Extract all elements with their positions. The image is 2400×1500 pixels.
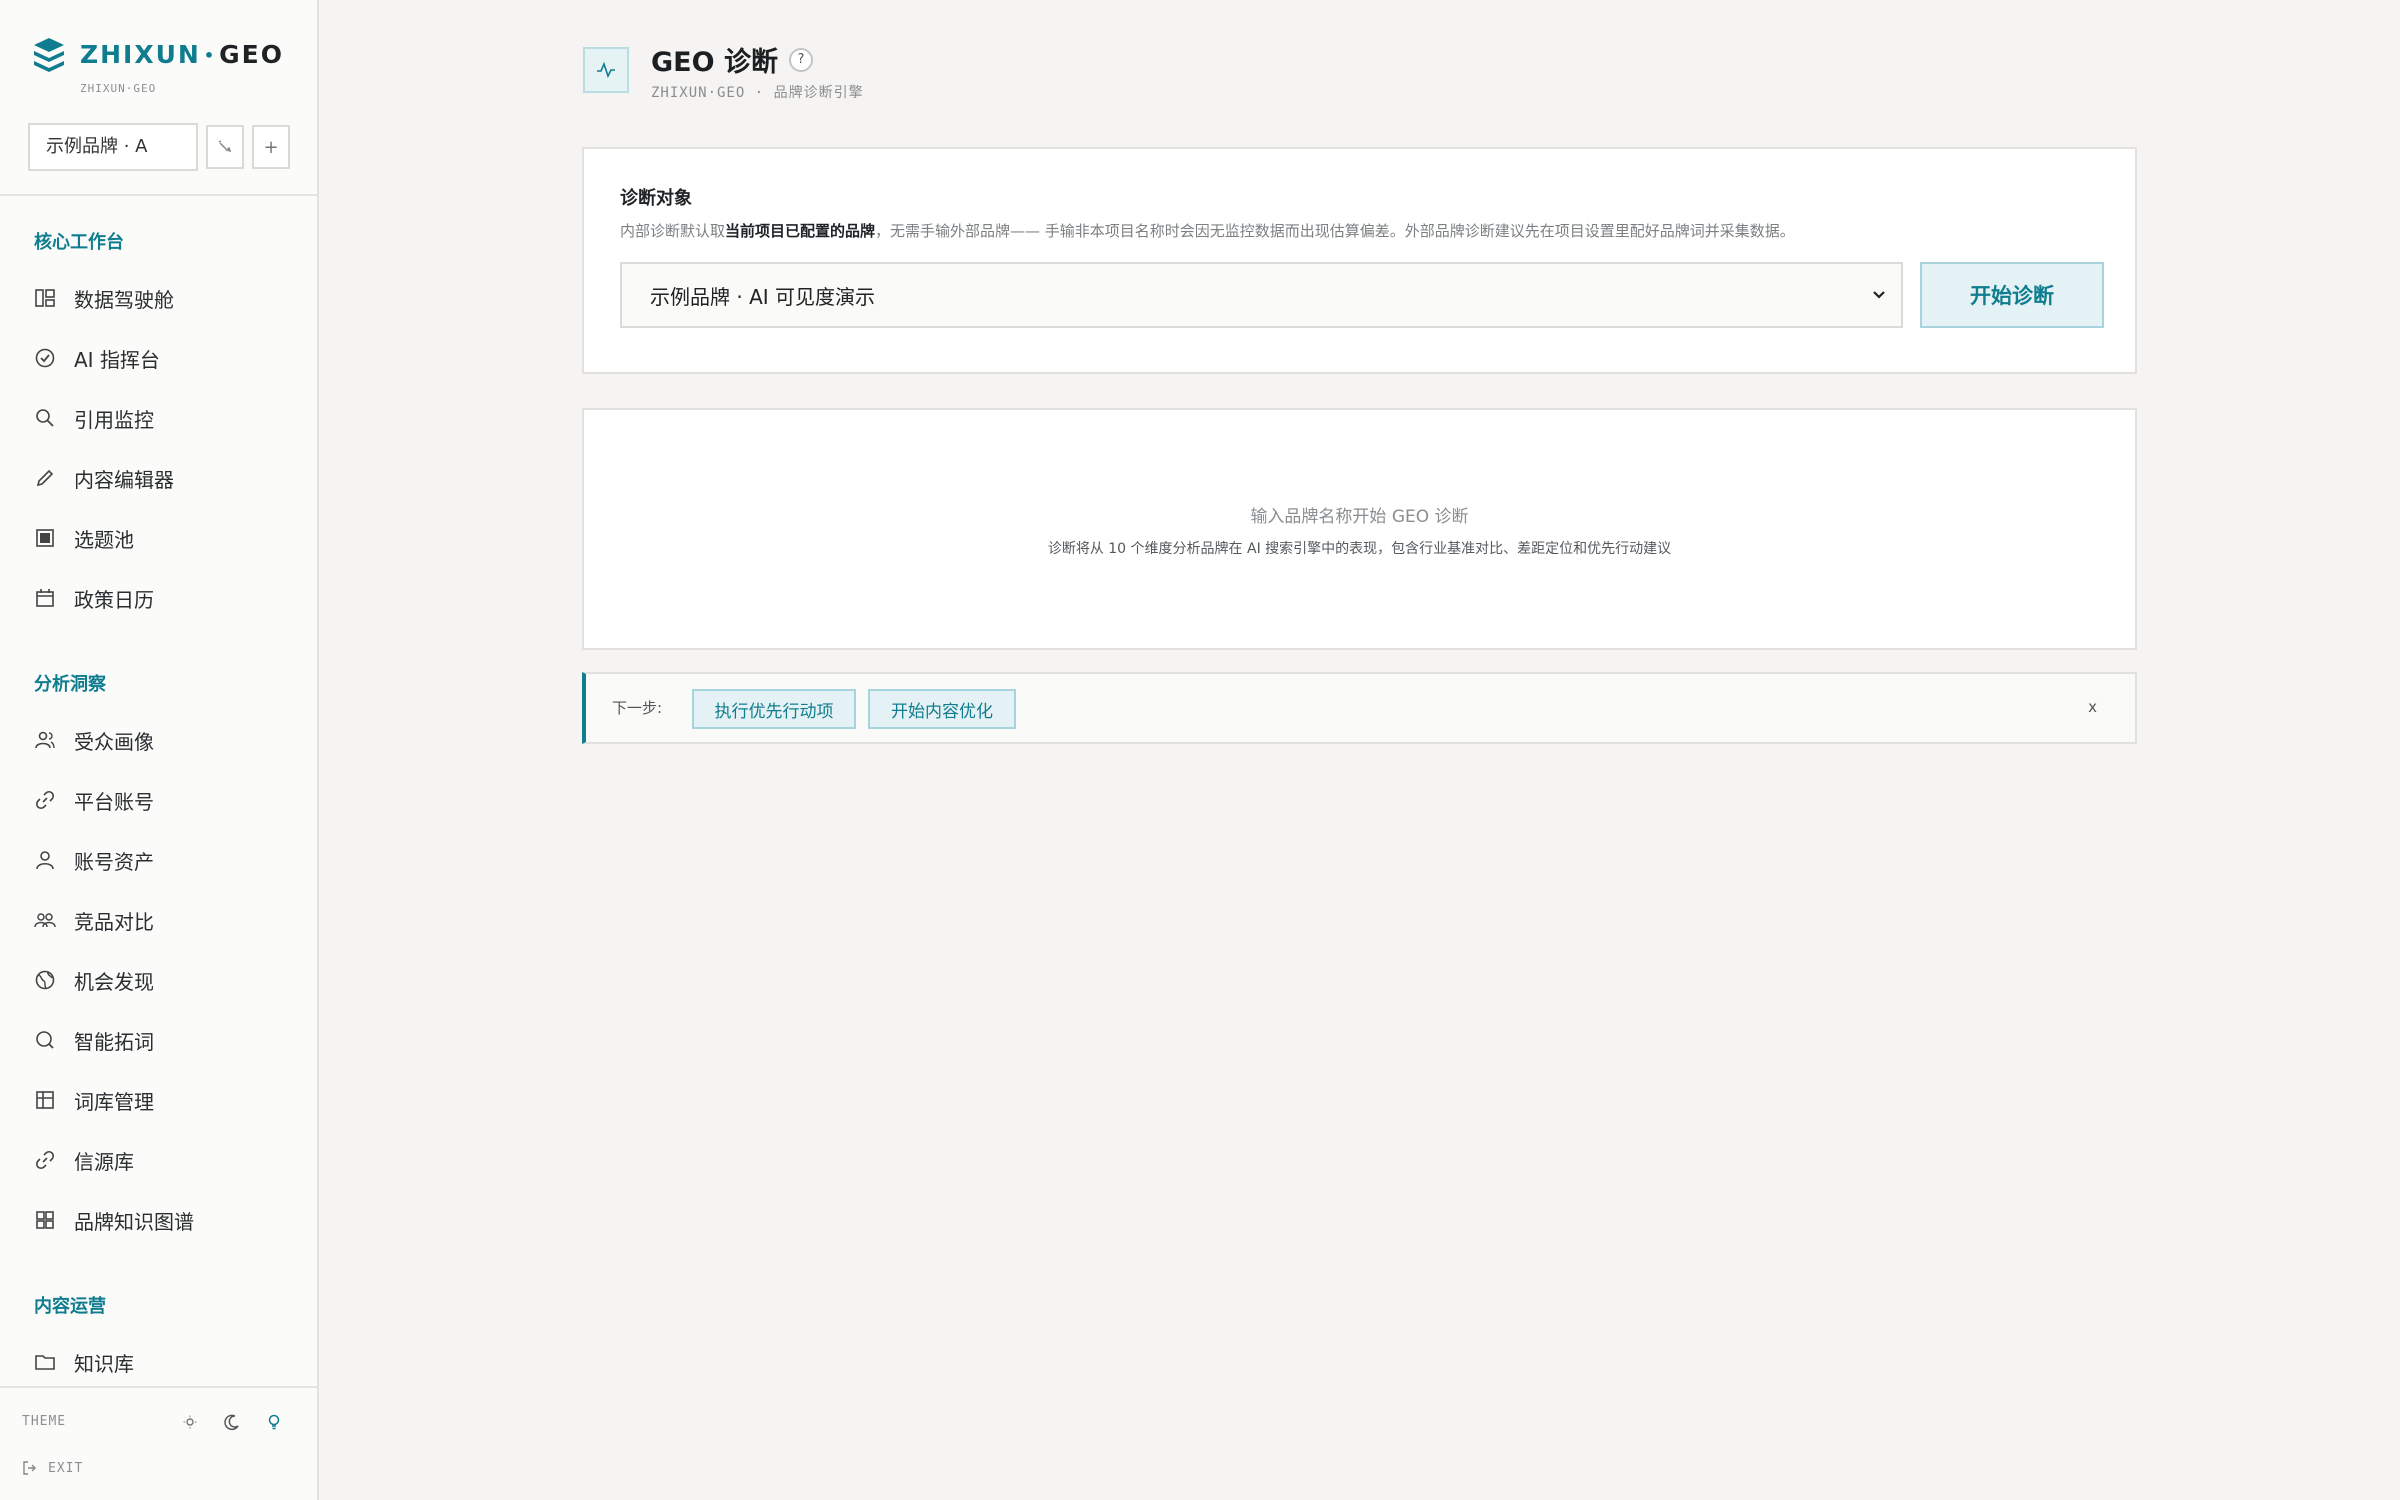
sidebar-item-label: 选题池 (74, 527, 134, 552)
empty-state-card: 输入品牌名称开始 GEO 诊断 诊断将从 10 个维度分析品牌在 AI 搜索引擎… (582, 408, 2137, 650)
sidebar-item[interactable]: 选题池 (0, 508, 317, 568)
sidebar-item[interactable]: 机会发现 (0, 950, 317, 1010)
sidebar-item-label: 账号资产 (74, 849, 154, 874)
brand-target-select[interactable]: 示例品牌 · AI 可见度演示 (620, 262, 1903, 328)
activity-icon (597, 61, 615, 79)
light-theme-button[interactable] (176, 1408, 204, 1436)
next-step-bar: 下一步: 执行优先行动项 开始内容优化 x (582, 672, 2137, 744)
sidebar-item-label: 品牌知识图谱 (74, 1209, 194, 1234)
calendar-icon (36, 589, 54, 607)
sidebar-item-label: 智能拓词 (74, 1029, 154, 1054)
user-icon (36, 851, 54, 870)
sidebar-item[interactable]: 政策日历 (0, 568, 317, 628)
sidebar-item[interactable]: 引用监控 (0, 388, 317, 448)
sidebar-nav: 核心工作台数据驾驶舱 AI 指挥台 引用监控内容编辑器选题池政策日历分析洞察受众画像… (0, 210, 317, 1385)
next-step-label: 下一步: (612, 699, 663, 717)
brand-subtitle: ZHIXUN·GEO (80, 82, 157, 95)
nav-section-title: 内容运营 (34, 1296, 106, 1317)
content-optimization-button[interactable]: 开始内容优化 (868, 689, 1016, 729)
folder-icon (35, 1355, 55, 1370)
sidebar-item-label: 政策日历 (74, 587, 154, 612)
sidebar-item[interactable]: 受众画像 (0, 710, 317, 770)
sidebar-item[interactable]: 账号资产 (0, 830, 317, 890)
bulb-theme-button[interactable] (260, 1408, 288, 1436)
chevron-down-icon (1873, 291, 1885, 299)
chain-icon (35, 1150, 55, 1170)
box-icon (36, 529, 54, 547)
start-diagnosis-button[interactable]: 开始诊断 (1920, 262, 2104, 328)
brand-select[interactable]: 示例品牌 · A (28, 123, 198, 171)
priority-actions-button[interactable]: 执行优先行动项 (692, 689, 856, 729)
empty-state-title: 输入品牌名称开始 GEO 诊断 (1250, 507, 1469, 527)
diagnosis-target-card: 诊断对象 内部诊断默认取当前项目已配置的品牌，无需手输外部品牌—— 手输非本项目… (582, 147, 2137, 374)
sidebar-divider (0, 194, 317, 196)
edit-brand-button[interactable] (206, 125, 244, 169)
empty-state-description: 诊断将从 10 个维度分析品牌在 AI 搜索引擎中的表现，包含行业基准对比、差距… (1047, 541, 1672, 557)
users-icon (35, 731, 55, 749)
nav-section-title: 核心工作台 (34, 232, 124, 253)
page-title: GEO 诊断 (651, 47, 778, 78)
sidebar-footer: THEME EXIT (0, 1386, 317, 1500)
exit-button[interactable]: EXIT (22, 1460, 83, 1476)
close-button[interactable]: x (2088, 698, 2097, 716)
exit-label: EXIT (48, 1460, 84, 1476)
sun-icon (183, 1415, 197, 1429)
bulb-icon (268, 1414, 280, 1430)
nav-section-gap (0, 1250, 317, 1274)
help-button[interactable]: ? (789, 48, 813, 72)
search-circle-icon (36, 1031, 54, 1049)
search-icon (36, 409, 54, 427)
brand[interactable]: ZHIXUN • GEO (32, 36, 284, 72)
sidebar-item-label: 信源库 (74, 1149, 134, 1174)
sidebar-item-label: 词库管理 (74, 1089, 154, 1114)
edit-icon (218, 140, 232, 153)
moon-icon (224, 1414, 239, 1431)
sidebar-item[interactable]: 品牌知识图谱 (0, 1190, 317, 1250)
nav-section-gap (0, 628, 317, 652)
sidebar-item-label: 数据驾驶舱 (74, 287, 174, 312)
sidebar-item[interactable]: AI 指挥台 (0, 328, 317, 388)
globe-icon (35, 970, 55, 990)
grid-icon (36, 1211, 54, 1229)
sidebar-item[interactable]: 智能拓词 (0, 1010, 317, 1070)
sidebar-item-label: 引用监控 (74, 407, 154, 432)
page-icon (583, 47, 629, 93)
sidebar-item-label: 机会发现 (74, 969, 154, 994)
brand-name: ZHIXUN • GEO (80, 39, 284, 69)
dark-theme-button[interactable] (218, 1408, 246, 1436)
sidebar: ZHIXUN • GEO ZHIXUN·GEO 示例品牌 · A + 核心工作台数据… (0, 0, 319, 1500)
sidebar-item-label: 内容编辑器 (74, 467, 174, 492)
sidebar-item[interactable]: 数据驾驶舱 (0, 268, 317, 328)
target-description: 内部诊断默认取当前项目已配置的品牌，无需手输外部品牌—— 手输非本项目名称时会因… (620, 222, 1795, 240)
theme-switcher (176, 1408, 302, 1436)
logout-icon (23, 1461, 36, 1475)
check-circle-icon (35, 348, 55, 368)
add-brand-button[interactable]: + (252, 125, 290, 169)
sidebar-item[interactable]: 内容编辑器 (0, 448, 317, 508)
sidebar-item[interactable]: 平台账号 (0, 770, 317, 830)
page-subtitle: ZHIXUN·GEO · 品牌诊断引擎 (651, 85, 864, 101)
target-label: 诊断对象 (620, 188, 692, 209)
dashboard-icon (35, 289, 55, 307)
nav-section-title: 分析洞察 (34, 674, 106, 695)
pencil-icon (36, 469, 54, 487)
group-icon (34, 913, 56, 928)
sidebar-item[interactable]: 知识库 (0, 1332, 317, 1385)
sidebar-item-label: 平台账号 (74, 789, 154, 814)
sidebar-item[interactable]: 词库管理 (0, 1070, 317, 1130)
sidebar-item-label: 竞品对比 (74, 909, 154, 934)
brand-target-value: 示例品牌 · AI 可见度演示 (650, 284, 876, 309)
theme-label: THEME (22, 1414, 67, 1429)
sidebar-item[interactable]: 竞品对比 (0, 890, 317, 950)
sidebar-item-label: 受众画像 (74, 729, 154, 754)
sidebar-item-label: 知识库 (74, 1351, 134, 1376)
brand-picker: 示例品牌 · A + (28, 123, 290, 171)
layers-logo-icon (34, 38, 64, 72)
table-icon (36, 1091, 54, 1109)
link-icon (35, 790, 55, 810)
sidebar-item-label: AI 指挥台 (74, 347, 160, 372)
sidebar-item[interactable]: 信源库 (0, 1130, 317, 1190)
